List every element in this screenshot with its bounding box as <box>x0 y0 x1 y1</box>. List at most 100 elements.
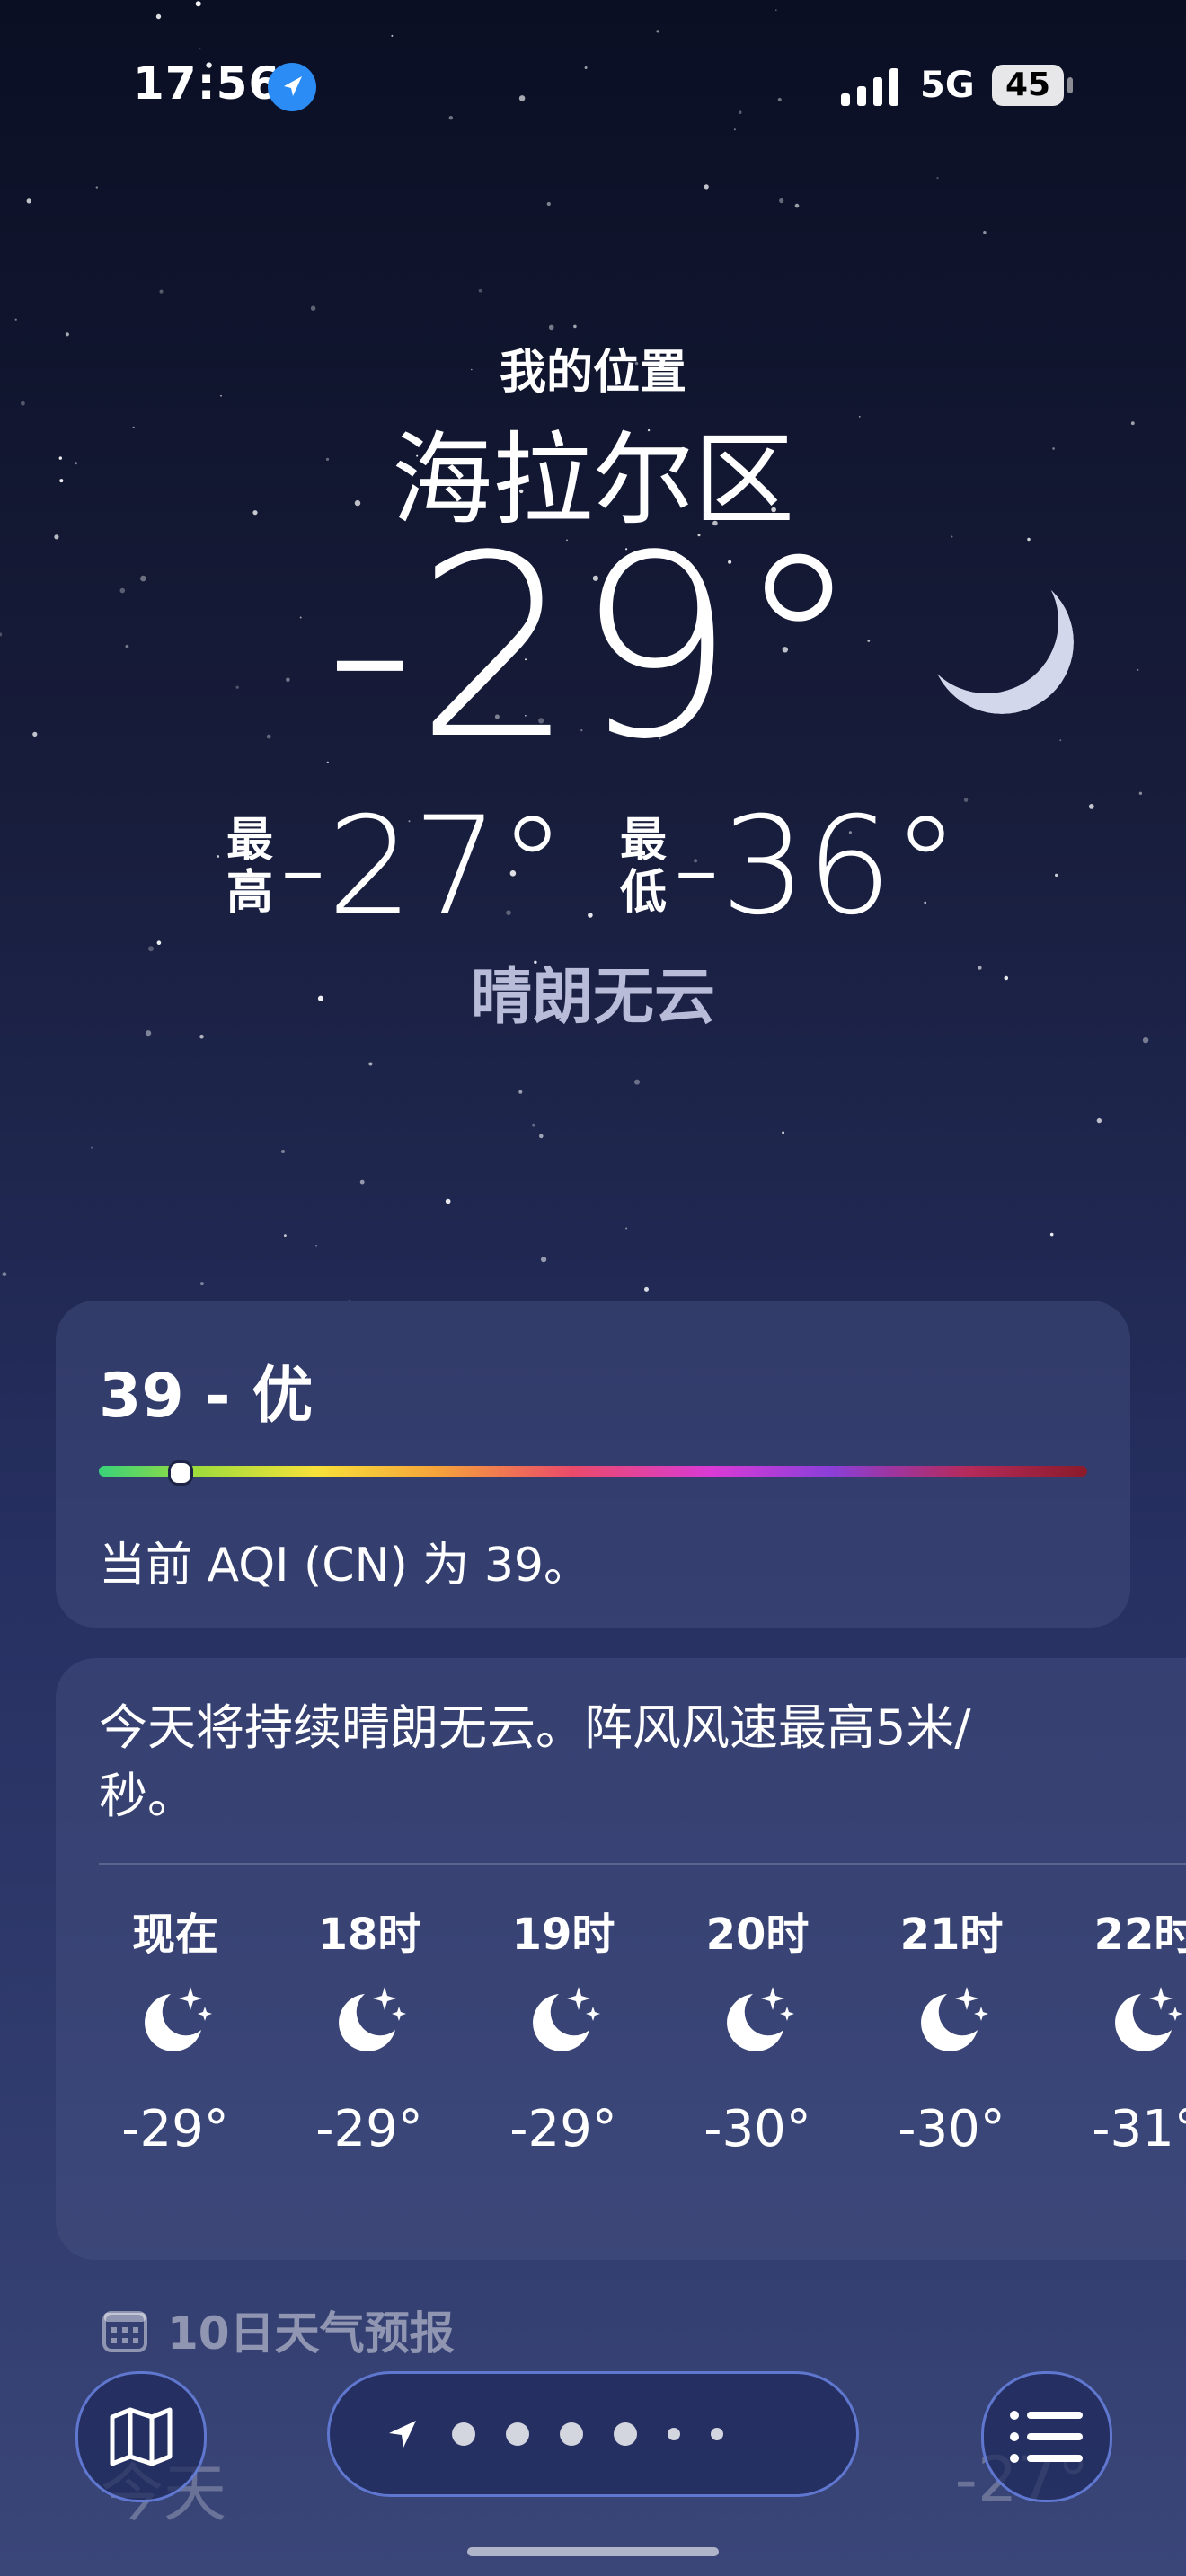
star <box>199 1282 204 1286</box>
star <box>1142 1037 1149 1044</box>
star <box>359 1179 365 1185</box>
page-dot[interactable] <box>452 2422 475 2446</box>
home-indicator <box>467 2547 719 2556</box>
star <box>95 186 99 189</box>
location-services-icon <box>268 63 316 111</box>
page-indicator[interactable] <box>327 2371 859 2497</box>
hour-label: 19时 <box>511 1910 615 1960</box>
star <box>448 116 453 120</box>
star <box>584 66 588 69</box>
low-label: 最 低 <box>620 815 667 919</box>
star <box>14 318 17 321</box>
high-value: -27° <box>279 789 566 945</box>
ten-day-forecast-header: 10日天气预报 <box>101 2298 455 2362</box>
calendar-icon <box>102 2311 147 2352</box>
divider <box>99 1863 1186 1865</box>
star <box>625 1227 628 1230</box>
aqi-title: 39 - 优 <box>99 1361 314 1432</box>
star <box>195 1 201 7</box>
star <box>199 48 201 50</box>
star <box>794 203 800 208</box>
aqi-level-marker <box>168 1460 193 1486</box>
high-label-char-1: 最 <box>226 814 273 868</box>
hour-column: 21时 -30° <box>866 1899 1037 2158</box>
hour-temperature: -31° <box>1092 2100 1186 2158</box>
hour-label: 22时 <box>1093 1910 1186 1960</box>
location-list-button[interactable] <box>981 2371 1112 2502</box>
moon-stars-icon <box>90 1971 261 2069</box>
hour-temperature: -30° <box>704 2100 811 2158</box>
star <box>2 1272 7 1277</box>
high-label: 最 高 <box>226 815 273 919</box>
hour-column: 22时 -31° <box>1060 1899 1186 2158</box>
hour-temperature: -29° <box>121 2100 229 2158</box>
map-button[interactable] <box>75 2371 207 2502</box>
map-icon <box>110 2407 173 2466</box>
page-dot[interactable] <box>560 2422 583 2446</box>
star <box>518 95 526 101</box>
low-label-char-1: 最 <box>620 814 668 868</box>
battery-cap <box>1067 77 1073 93</box>
page-dot[interactable] <box>614 2422 637 2446</box>
star <box>541 1257 547 1263</box>
page-dot[interactable] <box>711 2428 723 2440</box>
star <box>548 324 554 331</box>
hour-column: 18时 -29° <box>284 1899 455 2158</box>
star <box>634 1079 640 1085</box>
star <box>26 198 31 204</box>
star <box>156 940 162 945</box>
hour-temperature: -29° <box>509 2100 617 2158</box>
star <box>782 1131 784 1134</box>
hour-label: 现在 <box>131 1910 218 1960</box>
star <box>1138 791 1143 795</box>
star <box>573 324 577 329</box>
star <box>936 176 939 180</box>
star <box>445 1198 451 1204</box>
star <box>310 305 316 311</box>
hour-label: 18时 <box>317 1910 421 1960</box>
hour-temperature: -29° <box>315 2100 423 2158</box>
weather-condition: 晴朗无云 <box>470 962 715 1033</box>
star <box>738 110 742 114</box>
star <box>777 97 782 102</box>
page-dot[interactable] <box>506 2422 529 2446</box>
moon-stars-icon <box>1060 1971 1186 2069</box>
star <box>1049 1232 1054 1237</box>
list-icon <box>1010 2411 1083 2463</box>
moon-stars-icon <box>866 1971 1037 2069</box>
moon-stars-icon <box>672 1971 843 2069</box>
star <box>546 201 551 207</box>
status-time: 17:56 <box>133 57 281 110</box>
low-value: -36° <box>672 789 960 945</box>
high-label-char-2: 高 <box>226 866 273 920</box>
star <box>656 30 659 33</box>
cellular-signal-icon <box>841 68 898 106</box>
star <box>391 34 394 37</box>
hour-label: 20时 <box>705 1910 810 1960</box>
star <box>779 198 784 204</box>
star <box>315 1245 317 1247</box>
star <box>704 184 709 190</box>
star <box>983 231 987 234</box>
current-temperature: -29° <box>324 502 862 795</box>
my-location-label: 我的位置 <box>499 346 686 400</box>
star <box>775 9 777 11</box>
star <box>1096 1117 1102 1124</box>
star <box>518 1090 523 1094</box>
hour-temperature: -30° <box>898 2100 1005 2158</box>
low-label-char-2: 低 <box>620 866 668 920</box>
ten-day-title: 10日天气预报 <box>167 2307 455 2360</box>
hour-column: 现在 -29° <box>90 1899 261 2158</box>
hourly-summary: 今天将持续晴朗无云。阵风风速最高5米/秒。 <box>99 1699 971 1824</box>
star <box>733 128 736 131</box>
hour-column: 20时 -30° <box>672 1899 843 2158</box>
high-low-temperature: 最 高 -27° 最 低 -36° <box>0 799 1186 934</box>
air-quality-card[interactable]: 39 - 优 当前 AQI (CN) 为 39。 <box>56 1301 1130 1628</box>
battery-indicator: 45 <box>992 65 1064 106</box>
location-arrow-icon <box>389 2421 416 2448</box>
page-dot[interactable] <box>668 2428 680 2440</box>
hourly-forecast-card[interactable]: 今天将持续晴朗无云。阵风风速最高5米/秒。 现在 -29° 18时 -29° 19时 -2… <box>56 1658 1186 2260</box>
aqi-scale-bar <box>99 1466 1087 1477</box>
star <box>284 1234 287 1237</box>
hour-label: 21时 <box>899 1910 1004 1960</box>
